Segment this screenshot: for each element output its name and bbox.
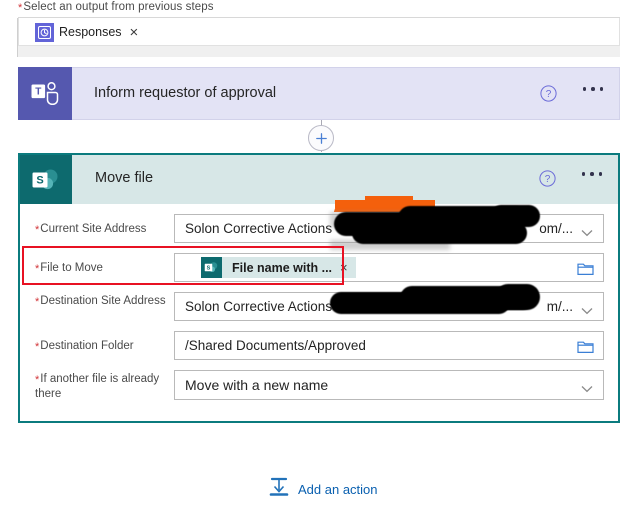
field-value-tail: m/... — [546, 299, 573, 314]
add-an-action-button[interactable]: Add an action — [268, 476, 378, 503]
card-menu-button[interactable] — [581, 172, 602, 176]
required-asterisk: * — [35, 341, 40, 353]
highlight-box-file-to-move — [22, 246, 344, 285]
chevron-down-icon[interactable] — [581, 380, 593, 398]
field-label: *Current Site Address — [35, 222, 170, 237]
output-picker-strip: *Select an output from previous steps Re… — [0, 0, 620, 57]
card-title: Move file — [95, 170, 154, 186]
flow-connector — [0, 120, 620, 168]
field-label: *Destination Site Address — [35, 294, 170, 309]
sharepoint-icon: S — [20, 155, 72, 204]
required-asterisk: * — [35, 374, 40, 386]
output-picker-label: *Select an output from previous steps — [18, 1, 214, 14]
strip-spacer — [18, 46, 620, 57]
output-picker-label-text: Select an output from previous steps — [23, 1, 214, 13]
chevron-down-icon[interactable] — [581, 302, 593, 320]
insert-action-icon — [268, 476, 290, 503]
flow-designer-canvas: *Select an output from previous steps Re… — [0, 0, 620, 512]
action-card-inform-requestor[interactable]: T Inform requestor of approval ? — [18, 67, 620, 120]
chevron-down-icon[interactable] — [581, 224, 593, 242]
card-menu-button[interactable] — [582, 87, 603, 91]
help-icon[interactable]: ? — [539, 170, 556, 187]
field-label-text: Current Site Address — [40, 223, 147, 235]
field-label: *Destination Folder — [35, 339, 170, 354]
field-value: Solon Corrective Actions — [185, 299, 333, 314]
help-icon[interactable]: ? — [540, 85, 557, 102]
required-asterisk: * — [35, 224, 40, 236]
folder-picker-icon[interactable] — [577, 339, 594, 359]
add-step-button[interactable] — [308, 125, 334, 151]
field-label: *If another file is already there — [35, 372, 170, 401]
responses-token-label: Responses — [59, 25, 122, 39]
close-icon[interactable]: × — [130, 25, 139, 40]
required-asterisk: * — [35, 296, 40, 308]
field-label-text: If another file is already there — [35, 373, 160, 400]
approvals-icon — [35, 22, 54, 42]
if-another-file-select[interactable]: Move with a new name — [174, 370, 604, 400]
redaction-mark — [490, 205, 540, 227]
svg-text:?: ? — [545, 174, 551, 185]
microsoft-teams-icon: T — [18, 67, 72, 120]
required-asterisk: * — [18, 2, 23, 14]
field-value: Move with a new name — [185, 377, 329, 393]
field-value: /Shared Documents/Approved — [185, 338, 366, 353]
svg-text:?: ? — [546, 89, 552, 100]
svg-text:S: S — [36, 174, 43, 186]
redaction-mark — [495, 284, 540, 310]
field-label-text: Destination Site Address — [40, 295, 166, 307]
output-token-field[interactable]: Responses × — [18, 18, 620, 46]
responses-token[interactable]: Responses × — [35, 22, 138, 42]
folder-picker-icon[interactable] — [577, 261, 594, 281]
card-title: Inform requestor of approval — [94, 85, 277, 101]
field-value: Solon Corrective Actions - — [185, 221, 341, 236]
destination-folder-input[interactable]: /Shared Documents/Approved — [174, 331, 604, 360]
orange-highlight-mark — [365, 196, 413, 204]
add-an-action-label: Add an action — [298, 482, 378, 497]
svg-text:T: T — [35, 86, 41, 97]
field-value-tail: om/... — [539, 221, 573, 236]
move-file-card-header: S Move file ? — [20, 155, 618, 204]
field-label-text: Destination Folder — [40, 340, 134, 352]
